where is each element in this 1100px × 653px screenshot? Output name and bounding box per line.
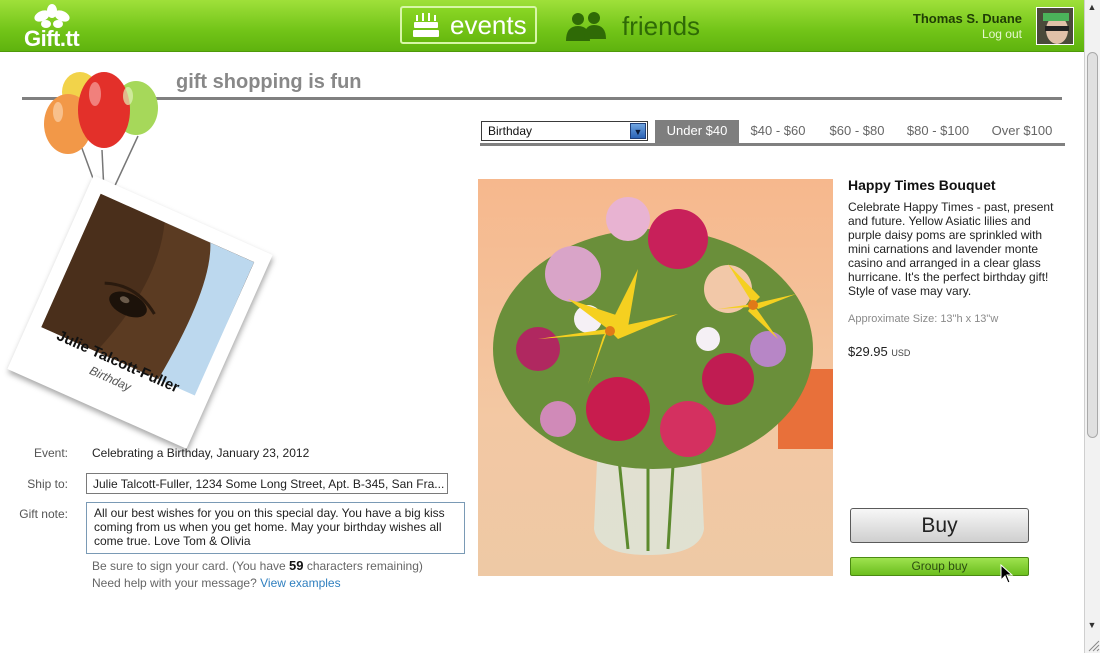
card-sign-hint: Be sure to sign your card. (You have 59 … [92,558,423,573]
price-value: $29.95 [848,344,888,359]
hint-suffix: characters remaining) [306,559,423,573]
buy-button[interactable]: Buy [850,508,1029,543]
view-examples-link[interactable]: View examples [260,576,340,590]
user-name: Thomas S. Duane [912,11,1022,26]
gift-tt-logo[interactable]: Gift.tt [22,4,82,51]
nav-events-tab[interactable]: events [400,6,537,44]
bouquet-photo [478,179,833,576]
product-title: Happy Times Bouquet [848,177,996,193]
top-nav-bar: Gift.tt events friends Thomas S. Duane L… [0,0,1084,52]
occasion-select[interactable]: Birthday ▼ [481,121,648,141]
product-image[interactable] [478,179,833,576]
help-text: Need help with your message? [92,576,257,590]
nav-events-label: events [450,9,527,40]
tab-60-80[interactable]: $60 - $80 [821,120,893,143]
tab-under-40[interactable]: Under $40 [655,120,739,143]
product-price: $29.95 USD [848,344,910,359]
occasion-select-value: Birthday [488,124,533,138]
product-size: Approximate Size: 13"h x 13"w [848,313,999,325]
friends-icon [566,12,606,41]
gift-note-textarea[interactable]: All our best wishes for you on this spec… [86,502,465,554]
user-avatar[interactable] [1036,7,1074,45]
page-tagline: gift shopping is fun [176,71,362,93]
chevron-down-icon[interactable]: ▼ [630,123,646,139]
gift-note-label: Gift note: [19,507,68,521]
event-value: Celebrating a Birthday, January 23, 2012 [92,446,310,460]
resize-grip-icon[interactable] [1086,638,1100,652]
tab-80-100[interactable]: $80 - $100 [899,120,977,143]
nav-friends-tab[interactable]: friends [564,8,700,44]
header-divider [22,97,1062,100]
tab-over-100[interactable]: Over $100 [984,120,1060,143]
mouse-cursor-icon [1000,564,1014,584]
cake-icon [413,13,439,37]
scrollbar-thumb[interactable] [1087,52,1098,438]
hint-prefix: Be sure to sign your card. (You have [92,559,286,573]
logo-text: Gift.tt [24,26,80,51]
filter-divider [480,143,1065,146]
ship-to-input[interactable]: Julie Talcott-Fuller, 1234 Some Long Str… [86,473,448,494]
scroll-down-arrow-icon[interactable]: ▼ [1086,620,1098,634]
price-currency: USD [891,348,911,358]
nav-friends-label: friends [622,10,701,41]
message-help: Need help with your message? View exampl… [92,576,341,590]
tab-40-60[interactable]: $40 - $60 [742,120,814,143]
ship-to-label: Ship to: [27,477,68,491]
chars-remaining-count: 59 [289,558,304,573]
scroll-up-arrow-icon[interactable]: ▲ [1086,2,1098,14]
avatar-photo [1037,8,1073,44]
event-label: Event: [33,446,68,460]
recipient-polaroid[interactable]: Julie Talcott-Fuller Birthday [7,175,273,449]
product-description: Celebrate Happy Times - past, present an… [848,200,1054,298]
logout-link[interactable]: Log out [982,27,1022,41]
